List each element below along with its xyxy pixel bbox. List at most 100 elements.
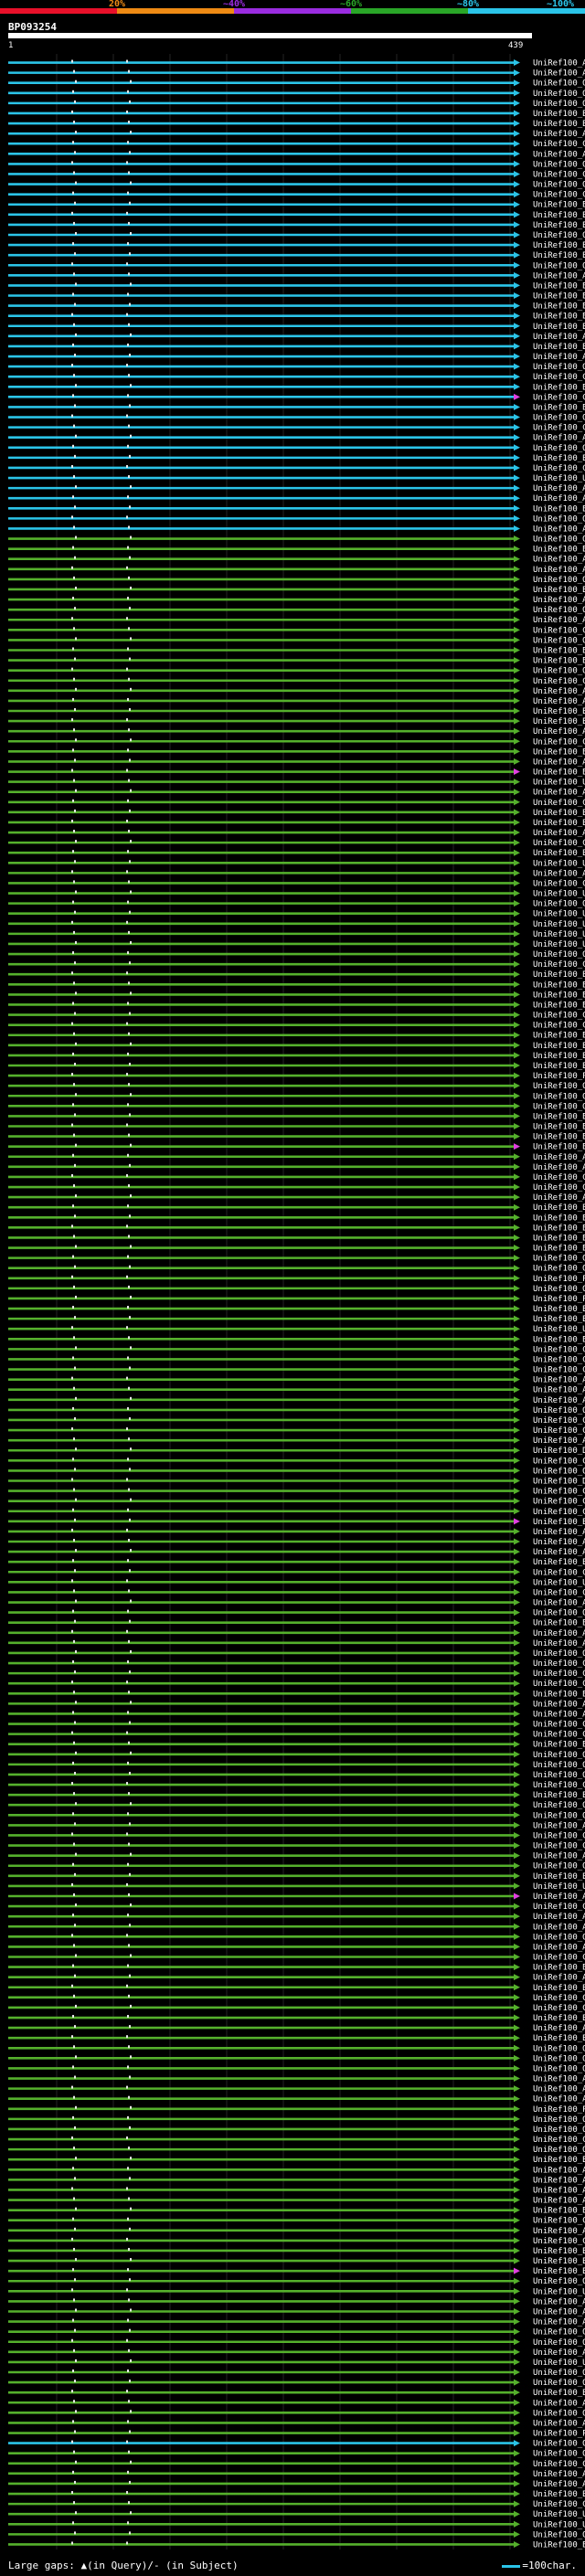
hit-label[interactable]: UniRef100_B9EXR2 bbox=[533, 454, 585, 463]
hit-label[interactable]: UniRef100_C6P356 bbox=[533, 1366, 585, 1375]
hit-label[interactable]: UniRef100_UPI000... bbox=[533, 890, 585, 899]
hit-label[interactable]: UniRef100_B8KHZ5 bbox=[533, 2257, 585, 2266]
hit-label[interactable]: UniRef100_B2TSF3 bbox=[533, 1872, 585, 1882]
hit-label[interactable]: UniRef100_B4T6J3 bbox=[533, 991, 585, 1000]
hit-label[interactable]: UniRef100_B3X586 bbox=[533, 1245, 585, 1254]
hit-label[interactable]: UniRef100_Q110M4 bbox=[533, 261, 585, 270]
hit-label[interactable]: UniRef100_A8JIR0 bbox=[533, 59, 585, 69]
hit-label[interactable]: UniRef100_C4LDU0 bbox=[533, 424, 585, 433]
hit-label[interactable]: UniRef100_B5W9P0 bbox=[533, 251, 585, 260]
hit-label[interactable]: UniRef100_A7HZD1 bbox=[533, 484, 585, 493]
hit-label[interactable]: UniRef100_UPI000... bbox=[533, 920, 585, 929]
hit-label[interactable]: UniRef100_Q3AIL8 bbox=[533, 950, 585, 959]
hit-label[interactable]: UniRef100_A9BHL1 bbox=[533, 2470, 585, 2479]
hit-label[interactable]: UniRef100_A4SL60 bbox=[533, 2186, 585, 2195]
hit-label[interactable]: UniRef100_B8FBW4 bbox=[533, 1791, 585, 1800]
hit-label[interactable]: UniRef100_UPI000... bbox=[533, 1325, 585, 1334]
hit-label[interactable]: UniRef100_A0A794 bbox=[533, 1892, 585, 1902]
hit-label[interactable]: UniRef100_C5E7N5 bbox=[533, 1508, 585, 1517]
hit-label[interactable]: UniRef100_Q5XX64 bbox=[533, 1092, 585, 1101]
hit-label[interactable]: UniRef100_C6P7J9 bbox=[533, 393, 585, 402]
hit-label[interactable]: UniRef100_B2ND52 bbox=[533, 1690, 585, 1699]
hit-label[interactable]: UniRef100_A3Z8T7 bbox=[533, 1923, 585, 1932]
hit-label[interactable]: UniRef100_A7JT35 bbox=[533, 2348, 585, 2358]
hit-label[interactable]: UniRef100_Q8DG17 bbox=[533, 231, 585, 240]
hit-label[interactable]: UniRef100_A6D3K8 bbox=[533, 1599, 585, 1608]
hit-label[interactable]: UniRef100_P00968 bbox=[533, 1275, 585, 1284]
hit-label[interactable]: UniRef100_B1Z5K6 bbox=[533, 2034, 585, 2043]
hit-label[interactable]: UniRef100_A2C1U1 bbox=[533, 829, 585, 838]
hit-label[interactable]: UniRef100_B5VR20 bbox=[533, 323, 585, 332]
hit-label[interactable]: UniRef100_P38100 bbox=[533, 2430, 585, 2439]
hit-label[interactable]: UniRef100_A3CU73 bbox=[533, 2095, 585, 2104]
hit-label[interactable]: UniRef100_A8AL50 bbox=[533, 1163, 585, 1172]
hit-label[interactable]: UniRef100_A5BSE2 bbox=[533, 494, 585, 504]
hit-label[interactable]: UniRef100_A4AGN4 bbox=[533, 1821, 585, 1830]
hit-label[interactable]: UniRef100_Q0KDN4 bbox=[533, 606, 585, 615]
hit-label[interactable]: UniRef100_Q1IIK8 bbox=[533, 2338, 585, 2348]
hit-label[interactable]: UniRef100_C4URX3 bbox=[533, 2217, 585, 2226]
hit-label[interactable]: UniRef100_A0AL70 bbox=[533, 1710, 585, 1719]
hit-label[interactable]: UniRef100_B8HP53 bbox=[533, 241, 585, 250]
hit-label[interactable]: UniRef100_B9PZ32 bbox=[533, 1558, 585, 1567]
hit-label[interactable]: UniRef100_C7BJF0 bbox=[533, 1659, 585, 1669]
hit-label[interactable]: UniRef100_B8CKF9 bbox=[533, 2156, 585, 2165]
hit-label[interactable]: UniRef100_C6DE28 bbox=[533, 1416, 585, 1426]
hit-label[interactable]: UniRef100_B5F9G2 bbox=[533, 1133, 585, 1142]
hit-label[interactable]: UniRef100_UPI000... bbox=[533, 474, 585, 483]
hit-label[interactable]: UniRef100_A0MR35 bbox=[533, 1153, 585, 1162]
hit-label[interactable]: UniRef100_B2V6D3 bbox=[533, 1001, 585, 1010]
hit-label[interactable]: UniRef100_A4U9Z7 bbox=[533, 1943, 585, 1952]
hit-label[interactable]: UniRef100_C9P2C8 bbox=[533, 1721, 585, 1730]
hit-label[interactable]: UniRef100_B1W2Z8 bbox=[533, 302, 585, 312]
hit-label[interactable]: UniRef100_B2J9B0 bbox=[533, 313, 585, 322]
hit-label[interactable]: UniRef100_A3Z119 bbox=[533, 687, 585, 696]
hit-label[interactable]: UniRef100_UPI000... bbox=[533, 2520, 585, 2529]
hit-label[interactable]: UniRef100_B5EB53 bbox=[533, 970, 585, 980]
hit-label[interactable]: UniRef100_C8S7P3 bbox=[533, 1568, 585, 1577]
hit-label[interactable]: UniRef100_Q1JMQ0 bbox=[533, 1649, 585, 1659]
hit-label[interactable]: UniRef100_Q42801 bbox=[533, 576, 585, 585]
hit-label[interactable]: UniRef100_C0Q4K9 bbox=[533, 960, 585, 970]
hit-label[interactable]: UniRef100_A7MPE7 bbox=[533, 1974, 585, 1983]
hit-label[interactable]: UniRef100_A8S2X9 bbox=[533, 353, 585, 362]
hit-label[interactable]: UniRef100_B7LWM4 bbox=[533, 1123, 585, 1132]
hit-label[interactable]: UniRef100_Q2J3Z4 bbox=[533, 1811, 585, 1820]
hit-label[interactable]: UniRef100_B8RND1 bbox=[533, 769, 585, 778]
hit-label[interactable]: UniRef100_A1STC4 bbox=[533, 1548, 585, 1557]
hit-label[interactable]: UniRef100_A1EM36 bbox=[533, 1396, 585, 1405]
hit-label[interactable]: UniRef100_P63737 bbox=[533, 1295, 585, 1304]
hit-label[interactable]: UniRef100_A3PD43 bbox=[533, 1629, 585, 1638]
hit-label[interactable]: UniRef100_C6QHL9 bbox=[533, 1831, 585, 1840]
hit-label[interactable]: UniRef100_C4RNG1 bbox=[533, 1680, 585, 1689]
hit-label[interactable]: UniRef100_Q7NRH9 bbox=[533, 2125, 585, 2135]
hit-label[interactable]: UniRef100_C1D4U3 bbox=[533, 1781, 585, 1790]
hit-label[interactable]: UniRef100_A7HUA1 bbox=[533, 789, 585, 798]
hit-label[interactable]: UniRef100_Q7U728 bbox=[533, 1467, 585, 1476]
hit-label[interactable]: UniRef100_Q8TNY4 bbox=[533, 2115, 585, 2125]
hit-label[interactable]: UniRef100_UPI000... bbox=[533, 1578, 585, 1587]
hit-label[interactable]: UniRef100_A6Q3L9 bbox=[533, 1376, 585, 1385]
hit-label[interactable]: UniRef100_C6RWM2 bbox=[533, 626, 585, 635]
hit-label[interactable]: UniRef100_C1ZK87 bbox=[533, 1012, 585, 1021]
hit-label[interactable]: UniRef100_Q2XK59 bbox=[533, 2530, 585, 2539]
hit-label[interactable]: UniRef100_A6QZK1 bbox=[533, 2480, 585, 2489]
hit-label[interactable]: UniRef100_B3VK53 bbox=[533, 747, 585, 757]
hit-label[interactable]: UniRef100_P14846 bbox=[533, 1072, 585, 1081]
hit-label[interactable]: UniRef100_C4UD99 bbox=[533, 1670, 585, 1679]
hit-label[interactable]: UniRef100_B0TQ86 bbox=[533, 1619, 585, 1628]
hit-label[interactable]: UniRef100_C1PCE2 bbox=[533, 1022, 585, 1031]
hit-label[interactable]: UniRef100_B2J0C6 bbox=[533, 221, 585, 230]
hit-label[interactable]: UniRef100_P58944 bbox=[533, 2105, 585, 2115]
hit-label[interactable]: UniRef100_Q1JV72 bbox=[533, 2064, 585, 2073]
hit-label[interactable]: UniRef100_A8FYT4 bbox=[533, 1538, 585, 1547]
hit-label[interactable]: UniRef100_A0B8T2 bbox=[533, 2419, 585, 2428]
hit-label[interactable]: UniRef100_UPI000... bbox=[533, 940, 585, 949]
hit-label[interactable]: UniRef100_Q0FL80 bbox=[533, 1285, 585, 1294]
hit-label[interactable]: UniRef100_B4R846 bbox=[533, 546, 585, 555]
hit-label[interactable]: UniRef100_B7Y1N4 bbox=[533, 2490, 585, 2499]
hit-label[interactable]: UniRef100_Q8L6J9 bbox=[533, 514, 585, 524]
hit-label[interactable]: UniRef100_Q6D0C9 bbox=[533, 900, 585, 909]
hit-label[interactable]: UniRef100_C8TBJ2 bbox=[533, 839, 585, 848]
hit-label[interactable]: UniRef100_C3SSF3 bbox=[533, 1426, 585, 1436]
